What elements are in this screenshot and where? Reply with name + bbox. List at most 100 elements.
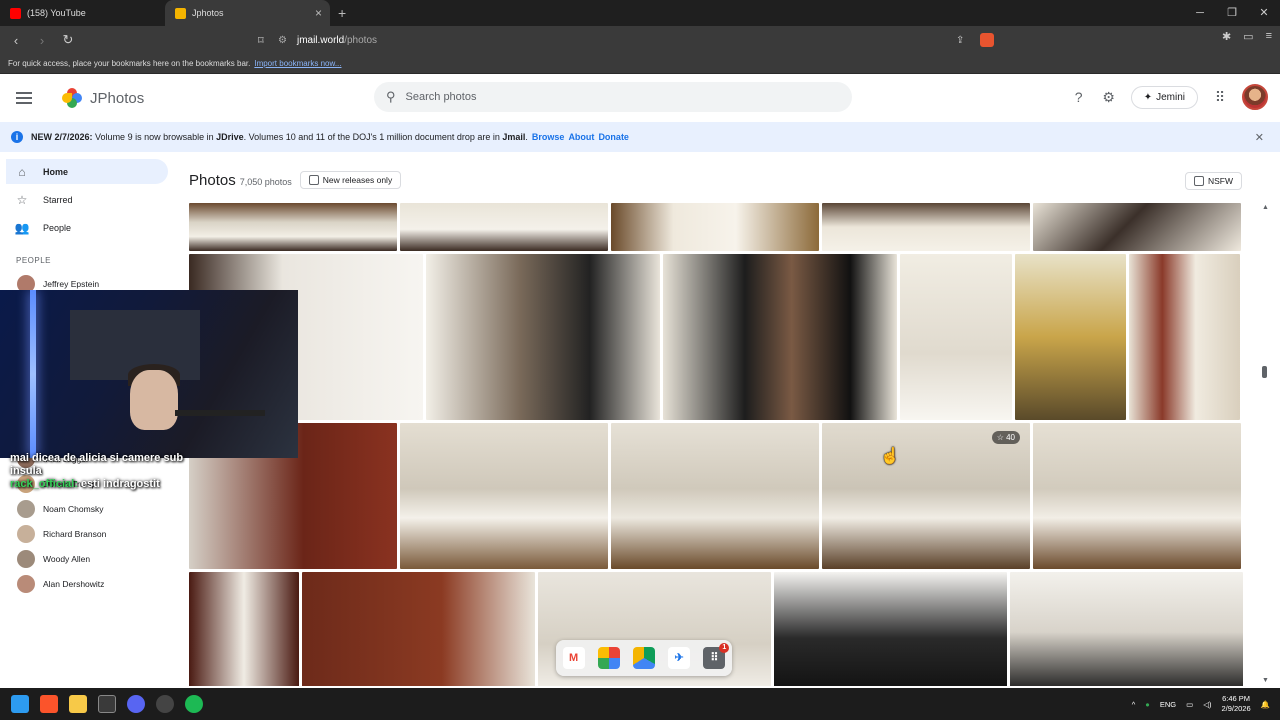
- site-info-icon[interactable]: ⚙: [278, 35, 287, 46]
- sidebar-item-home[interactable]: ⌂ Home: [6, 159, 168, 184]
- photo-thumbnail[interactable]: [189, 572, 299, 686]
- apps-launcher-icon[interactable]: ⠿ 1: [703, 643, 730, 669]
- person-name: Richard Branson: [43, 528, 107, 539]
- new-tab-button[interactable]: +: [338, 5, 346, 21]
- scrollbar-thumb[interactable]: [1262, 366, 1267, 378]
- browser-menu-icon[interactable]: ≡: [1266, 30, 1272, 43]
- main-menu-icon[interactable]: [16, 92, 32, 104]
- restore-icon[interactable]: ❐: [1216, 0, 1248, 26]
- volume-icon[interactable]: ◁): [1203, 700, 1211, 709]
- close-tab-icon[interactable]: ×: [315, 6, 322, 20]
- reload-icon[interactable]: ↻: [58, 32, 78, 48]
- obs-icon[interactable]: [156, 695, 174, 713]
- photo-thumbnail[interactable]: [611, 423, 819, 569]
- photo-thumbnail[interactable]: [302, 572, 535, 686]
- new-releases-checkbox[interactable]: New releases only: [299, 171, 402, 189]
- url-field[interactable]: ⚙ jmail.world/photos: [278, 30, 998, 50]
- person-name: Alan Dershowitz: [43, 578, 105, 589]
- help-icon[interactable]: ?: [1071, 89, 1087, 105]
- brave-icon[interactable]: [40, 695, 58, 713]
- photo-thumbnail[interactable]: [611, 203, 819, 251]
- photo-thumbnail[interactable]: [774, 572, 1007, 686]
- jdrive-icon[interactable]: [632, 647, 655, 669]
- photo-row: [189, 203, 1245, 251]
- photo-thumbnail[interactable]: [663, 254, 897, 420]
- close-banner-icon[interactable]: ✕: [1255, 131, 1264, 144]
- tray-chevron-icon[interactable]: ^: [1132, 700, 1136, 709]
- browse-link[interactable]: Browse: [532, 132, 565, 142]
- url-host: jmail.world: [296, 34, 345, 46]
- scroll-up-icon[interactable]: ▲: [1262, 204, 1269, 211]
- jemini-label: Jemini: [1156, 91, 1185, 103]
- person-item[interactable]: Richard Branson: [0, 521, 178, 546]
- scroll-down-icon[interactable]: ▼: [1262, 677, 1269, 684]
- system-clock[interactable]: 6:46 PM 2/9/2026: [1221, 694, 1250, 714]
- share-icon[interactable]: ⇪: [956, 35, 964, 46]
- discord-icon[interactable]: [127, 695, 145, 713]
- photo-thumbnail[interactable]: [900, 254, 1012, 420]
- import-bookmarks-link[interactable]: Import bookmarks now...: [254, 59, 341, 68]
- tab-jphotos[interactable]: Jphotos ×: [165, 0, 330, 26]
- window-controls: ─ ❐ ✕: [1184, 0, 1280, 26]
- sidebar-item-people[interactable]: 👥 People: [6, 215, 168, 240]
- close-window-icon[interactable]: ✕: [1248, 0, 1280, 26]
- tab-youtube[interactable]: (158) YouTube: [0, 0, 165, 26]
- starred-badge: ☆ 40: [991, 431, 1020, 444]
- person-item[interactable]: Woody Allen: [0, 546, 178, 571]
- spotify-icon[interactable]: [185, 695, 203, 713]
- photo-thumbnail[interactable]: [1010, 572, 1243, 686]
- photo-thumbnail[interactable]: ☆ 40: [822, 423, 1030, 569]
- extensions-icon[interactable]: ✱: [1222, 30, 1231, 43]
- forward-icon[interactable]: ›: [32, 33, 52, 48]
- jmail-icon[interactable]: M: [562, 647, 585, 669]
- windows-start-icon[interactable]: [11, 695, 29, 713]
- back-icon[interactable]: ‹: [6, 33, 26, 48]
- bookmark-icon[interactable]: ⌑: [258, 34, 264, 47]
- file-explorer-icon[interactable]: [69, 695, 87, 713]
- sidebar-toggle-icon[interactable]: ▭: [1243, 30, 1253, 43]
- jphotos-logo-icon: [62, 88, 82, 108]
- jphotos-dock-icon[interactable]: [597, 647, 620, 669]
- xbox-icon[interactable]: [98, 695, 116, 713]
- apps-grid-icon[interactable]: ⠿: [1212, 89, 1228, 105]
- person-item[interactable]: Alan Dershowitz: [0, 571, 178, 596]
- page-title: Photos: [189, 171, 236, 189]
- language-indicator[interactable]: ENG: [1160, 700, 1176, 709]
- person-name: Jeffrey Epstein: [43, 278, 100, 289]
- photo-thumbnail[interactable]: [426, 254, 660, 420]
- photo-row: ☆ 40: [189, 423, 1245, 569]
- webcam-overlay: [0, 290, 298, 458]
- photo-thumbnail[interactable]: [1033, 203, 1241, 251]
- microphone-icon[interactable]: ●: [1145, 700, 1150, 709]
- minimize-icon[interactable]: ─: [1184, 0, 1216, 26]
- photo-thumbnail[interactable]: [822, 203, 1030, 251]
- browser-tab-strip: (158) YouTube Jphotos × + ─ ❐ ✕: [0, 0, 1280, 26]
- settings-gear-icon[interactable]: ⚙: [1101, 89, 1117, 105]
- notifications-icon[interactable]: 🔔: [1261, 700, 1270, 709]
- network-icon[interactable]: ▭: [1186, 700, 1193, 709]
- search-input[interactable]: ⚲ Search photos: [374, 82, 852, 112]
- banner-prefix: NEW 2/7/2026:: [31, 132, 93, 142]
- donate-link[interactable]: Donate: [598, 132, 629, 142]
- photo-thumbnail[interactable]: [1129, 254, 1240, 420]
- checkbox-box: [308, 175, 319, 185]
- brave-shield-icon[interactable]: [980, 33, 994, 47]
- main-scrollbar[interactable]: ▲ ▼: [1262, 204, 1270, 684]
- account-avatar[interactable]: [1242, 84, 1268, 110]
- sidebar-item-starred[interactable]: ☆ Starred: [6, 187, 168, 212]
- photo-thumbnail[interactable]: [1015, 254, 1126, 420]
- person-item[interactable]: Noam Chomsky: [0, 496, 178, 521]
- streamer-face: [130, 370, 178, 430]
- jemini-button[interactable]: ✦ Jemini: [1130, 85, 1198, 109]
- flights-icon[interactable]: ✈: [668, 647, 691, 669]
- about-link[interactable]: About: [568, 132, 594, 142]
- photo-thumbnail[interactable]: [400, 203, 608, 251]
- app-brand[interactable]: JPhotos: [90, 90, 144, 107]
- app-header: JPhotos ⚲ Search photos ? ⚙ ✦ Jemini ⠿: [0, 76, 1280, 120]
- photo-count: 7,050 photos: [239, 177, 292, 187]
- photo-thumbnail[interactable]: [189, 203, 397, 251]
- sidebar-item-label: Home: [43, 166, 69, 177]
- photo-thumbnail[interactable]: [400, 423, 608, 569]
- photo-thumbnail[interactable]: [1033, 423, 1241, 569]
- nsfw-checkbox[interactable]: NSFW: [1184, 172, 1242, 190]
